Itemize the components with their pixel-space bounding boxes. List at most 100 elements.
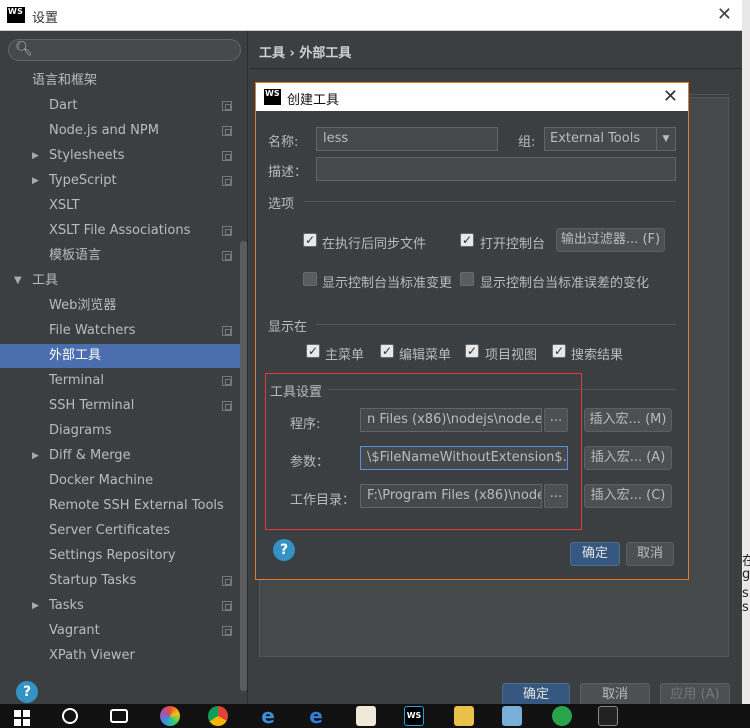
options-divider: [304, 201, 676, 202]
project-scope-icon: [222, 151, 232, 161]
app-icon[interactable]: [552, 706, 572, 726]
chevron-right-icon[interactable]: ▶: [32, 169, 39, 193]
sidebar-item[interactable]: ▼ 工具: [0, 269, 240, 293]
group-value: External Tools: [550, 131, 641, 146]
main-menu-checkbox[interactable]: ✓: [306, 344, 320, 358]
name-field[interactable]: less: [316, 127, 498, 151]
working-dir-label: 工作目录：: [290, 493, 356, 508]
sidebar-item-label: File Watchers: [49, 323, 136, 338]
sidebar-item-label: Terminal: [49, 373, 104, 388]
sidebar-item[interactable]: 外部工具: [0, 344, 240, 368]
internet-explorer-icon[interactable]: e: [258, 706, 278, 726]
editor-app-icon[interactable]: [356, 706, 376, 726]
terminal-icon[interactable]: [598, 706, 618, 726]
sidebar-item[interactable]: XPath Viewer: [0, 644, 240, 668]
create-tool-dialog: WS 创建工具 ✕ 名称: less 组: External Tools ▼ 描…: [255, 82, 689, 580]
output-filter-button[interactable]: 输出过滤器... (F): [556, 228, 665, 252]
help-icon[interactable]: ?: [273, 539, 295, 561]
edge-icon[interactable]: e: [306, 706, 326, 726]
chrome-icon[interactable]: [208, 706, 228, 726]
settings-search-input[interactable]: 🔍︎: [8, 39, 241, 61]
photos-app-icon[interactable]: [160, 706, 180, 726]
sidebar-item[interactable]: SSH Terminal: [0, 394, 240, 418]
windows-taskbar: e e WS: [0, 704, 750, 728]
sidebar-item[interactable]: ▶ Tasks: [0, 594, 240, 618]
task-view-icon[interactable]: [110, 709, 128, 723]
search-results-checkbox[interactable]: ✓: [552, 344, 566, 358]
sidebar-scrollbar[interactable]: [240, 241, 247, 691]
sidebar-item[interactable]: Terminal: [0, 369, 240, 393]
chevron-down-icon: ▼: [656, 128, 675, 150]
window-close-icon[interactable]: ✕: [717, 4, 732, 25]
sidebar-item[interactable]: Server Certificates: [0, 519, 240, 543]
search-icon: 🔍︎: [15, 41, 33, 57]
sidebar-item[interactable]: Node.js and NPM: [0, 119, 240, 143]
description-field[interactable]: [316, 157, 676, 181]
parameters-field[interactable]: \$FileNameWithoutExtension$.css: [360, 446, 568, 470]
sidebar-item[interactable]: Docker Machine: [0, 469, 240, 493]
sidebar-item-label: TypeScript: [49, 173, 117, 188]
dialog-close-icon[interactable]: ✕: [663, 86, 678, 107]
sidebar-item-label: Dart: [49, 98, 78, 113]
show-stderr-label: 显示控制台当标准误差的变化: [480, 276, 650, 291]
open-console-checkbox[interactable]: ✓: [460, 233, 474, 247]
parameters-label: 参数：: [290, 455, 330, 470]
working-dir-browse-button[interactable]: ...: [544, 484, 568, 508]
windows-start-icon[interactable]: [14, 710, 30, 726]
program-field[interactable]: n Files (x86)\nodejs\node.exe: [360, 408, 542, 432]
group-combo[interactable]: External Tools ▼: [544, 127, 676, 151]
content-header: 工具 › 外部工具: [249, 31, 742, 69]
settings-titlebar: WS 设置 ✕: [0, 0, 742, 31]
sidebar-item[interactable]: XSLT: [0, 194, 240, 218]
chevron-down-icon[interactable]: ▼: [14, 269, 22, 293]
show-stderr-checkbox[interactable]: [460, 272, 474, 286]
project-scope-icon: [222, 626, 232, 636]
sidebar-item-label: Node.js and NPM: [49, 123, 159, 138]
sidebar-item[interactable]: Web浏览器: [0, 294, 240, 318]
help-icon[interactable]: ?: [16, 681, 38, 703]
sidebar-item[interactable]: Diagrams: [0, 419, 240, 443]
webstorm-taskbar-icon[interactable]: WS: [404, 706, 424, 726]
sidebar-item[interactable]: File Watchers: [0, 319, 240, 343]
dialog-title: 创建工具: [287, 93, 340, 108]
sidebar-item-label: XSLT: [49, 198, 80, 213]
sidebar-item-label: Remote SSH External Tools: [49, 498, 224, 513]
show-stdout-checkbox[interactable]: [303, 272, 317, 286]
sidebar-item[interactable]: Vagrant: [0, 619, 240, 643]
sidebar-item[interactable]: XSLT File Associations: [0, 219, 240, 243]
sidebar-item[interactable]: 模板语言: [0, 244, 240, 268]
breadcrumb: 工具 › 外部工具: [259, 46, 352, 61]
sidebar-item-label: Tasks: [49, 598, 84, 613]
dialog-cancel-button[interactable]: 取消: [626, 542, 674, 566]
insert-macro-a-button[interactable]: 插入宏... (A): [584, 446, 672, 470]
editor-menu-checkbox[interactable]: ✓: [380, 344, 394, 358]
sidebar-item[interactable]: ▶ Stylesheets: [0, 144, 240, 168]
sync-files-label: 在执行后同步文件: [322, 237, 427, 252]
dialog-ok-button[interactable]: 确定: [570, 542, 620, 566]
chevron-right-icon[interactable]: ▶: [32, 444, 39, 468]
search-icon[interactable]: [62, 708, 78, 724]
program-browse-button[interactable]: ...: [544, 408, 568, 432]
sync-files-checkbox[interactable]: ✓: [303, 233, 317, 247]
chevron-right-icon[interactable]: ▶: [32, 594, 39, 618]
sidebar-item[interactable]: Dart: [0, 94, 240, 118]
show-stdout-label: 显示控制台当标准变更: [322, 276, 453, 291]
file-explorer-icon[interactable]: [454, 706, 474, 726]
insert-macro-m-button[interactable]: 插入宏... (M): [584, 408, 672, 432]
sidebar-item[interactable]: 语言和框架: [0, 69, 240, 93]
sidebar-item[interactable]: ▶ TypeScript: [0, 169, 240, 193]
insert-macro-c-button[interactable]: 插入宏... (C): [584, 484, 672, 508]
search-results-label: 搜索结果: [571, 348, 624, 363]
project-scope-icon: [222, 226, 232, 236]
sidebar-item[interactable]: Settings Repository: [0, 544, 240, 568]
webstorm-logo: WS: [264, 89, 281, 105]
chevron-right-icon[interactable]: ▶: [32, 144, 39, 168]
sidebar-item[interactable]: ▶ Diff & Merge: [0, 444, 240, 468]
sidebar-item[interactable]: Startup Tasks: [0, 569, 240, 593]
project-view-checkbox[interactable]: ✓: [465, 344, 479, 358]
edge-fragment: s: [742, 600, 749, 615]
sidebar-item[interactable]: Remote SSH External Tools: [0, 494, 240, 518]
working-dir-field[interactable]: F:\Program Files (x86)\nodejs: [360, 484, 542, 508]
app-icon[interactable]: [502, 706, 522, 726]
edge-fragment: s: [742, 586, 749, 601]
